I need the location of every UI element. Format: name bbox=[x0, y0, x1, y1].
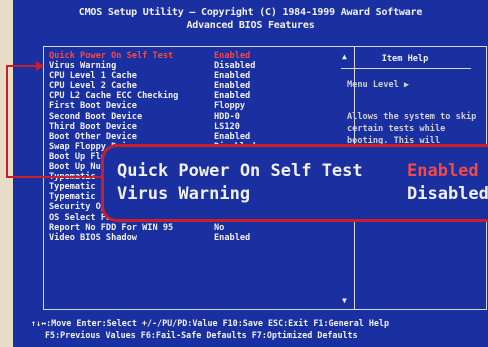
setting-label: Virus Warning bbox=[49, 61, 117, 72]
menu-level: Menu Level ▶ bbox=[347, 80, 410, 90]
header-title: CMOS Setup Utility – Copyright (C) 1984-… bbox=[78, 7, 423, 18]
setting-value[interactable]: No bbox=[214, 223, 224, 233]
setting-value[interactable]: Enabled bbox=[214, 91, 250, 101]
callout-arrowhead-icon bbox=[36, 61, 44, 71]
zoom-callout: Quick Power On Self Test Enabled Virus W… bbox=[101, 144, 488, 222]
setting-value[interactable]: Enabled bbox=[214, 81, 250, 91]
header: CMOS Setup Utility – Copyright (C) 1984-… bbox=[13, 6, 488, 32]
setting-value[interactable]: HDD-0 bbox=[214, 112, 240, 122]
setting-value[interactable]: Floppy bbox=[214, 101, 245, 111]
footer-keys-line1: ↑↓↔:Move Enter:Select +/-/PU/PD:Value F1… bbox=[31, 318, 389, 328]
help-title: Item Help bbox=[381, 54, 429, 64]
setting-value[interactable]: Enabled bbox=[214, 233, 250, 243]
setting-value[interactable]: Enabled bbox=[214, 51, 250, 61]
zoom-label-virus-warning: Virus Warning bbox=[117, 184, 251, 204]
setting-value[interactable]: Enabled bbox=[214, 132, 250, 142]
setting-label: Quick Power On Self Test bbox=[49, 51, 174, 61]
zoom-value-virus-warning: Disabled bbox=[407, 184, 488, 204]
setting-label: Third Boot Device bbox=[49, 121, 137, 132]
setting-label: Report No FDD For WIN 95 bbox=[49, 222, 174, 233]
zoom-value-quick-post: Enabled bbox=[407, 161, 479, 181]
setting-label: CPU Level 2 Cache bbox=[49, 81, 137, 92]
setting-label: Video BIOS Shadow bbox=[49, 232, 137, 243]
setting-value[interactable]: Disabled bbox=[214, 61, 255, 71]
setting-label: Second Boot Device bbox=[49, 111, 143, 122]
help-divider bbox=[341, 68, 471, 69]
callout-line-vertical bbox=[6, 66, 8, 177]
setting-label: Boot Other Device bbox=[49, 131, 137, 142]
footer-keys-line2: F5:Previous Values F6:Fail-Safe Defaults… bbox=[45, 330, 358, 340]
scroll-down-icon[interactable]: ▼ bbox=[342, 297, 347, 305]
setting-value[interactable]: LS120 bbox=[214, 122, 240, 132]
setting-label: First Boot Device bbox=[49, 101, 137, 112]
callout-line-bottom bbox=[6, 176, 102, 178]
setting-value[interactable]: Enabled bbox=[214, 71, 250, 81]
callout-line-top bbox=[6, 65, 36, 67]
header-subtitle: Advanced BIOS Features bbox=[186, 20, 315, 31]
setting-label: CPU L2 Cache ECC Checking bbox=[49, 91, 179, 102]
setting-label: CPU Level 1 Cache bbox=[49, 71, 137, 82]
zoom-label-quick-post: Quick Power On Self Test bbox=[117, 161, 363, 181]
